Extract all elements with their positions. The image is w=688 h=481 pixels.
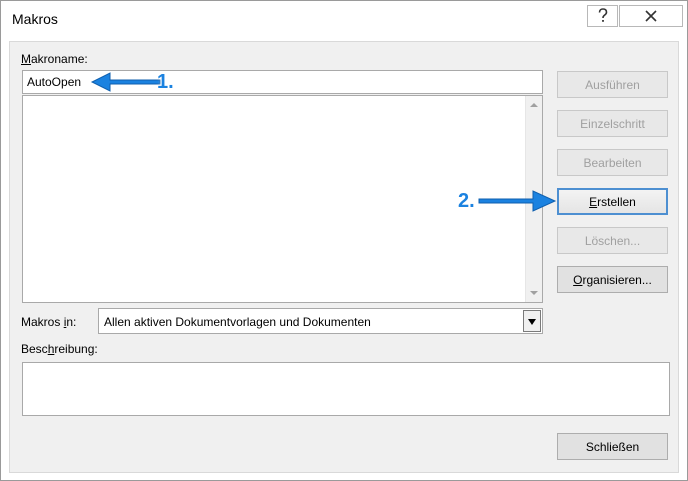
chevron-down-icon: [528, 319, 536, 325]
create-button[interactable]: Erstellen: [557, 188, 668, 215]
macro-list-scrollbar[interactable]: [525, 96, 542, 302]
macro-list[interactable]: [22, 95, 543, 303]
dropdown-button[interactable]: [523, 310, 541, 332]
description-label: Beschreibung:: [21, 342, 98, 356]
macro-name-label: Makroname:: [21, 52, 88, 66]
question-mark-icon: [598, 8, 607, 22]
macro-name-input[interactable]: [22, 70, 543, 94]
close-x-icon: [645, 10, 657, 22]
macros-in-select[interactable]: Allen aktiven Dokumentvorlagen und Dokum…: [98, 308, 543, 334]
macros-in-label: Makros in:: [21, 315, 77, 329]
close-button[interactable]: Schließen: [557, 433, 668, 460]
close-window-button[interactable]: [619, 5, 683, 27]
description-field[interactable]: [22, 362, 670, 416]
window-title: Makros: [12, 11, 58, 27]
macros-dialog: Makros Makroname: Makros in: Allen aktiv…: [0, 0, 688, 481]
title-bar: Makros: [1, 1, 687, 41]
run-button[interactable]: Ausführen: [557, 71, 668, 98]
scroll-down-icon[interactable]: [530, 291, 538, 295]
edit-button[interactable]: Bearbeiten: [557, 149, 668, 176]
delete-button[interactable]: Löschen...: [557, 227, 668, 254]
dialog-body: Makroname: Makros in: Allen aktiven Doku…: [9, 41, 679, 473]
help-button[interactable]: [587, 5, 618, 27]
macros-in-value: Allen aktiven Dokumentvorlagen und Dokum…: [104, 315, 371, 329]
scroll-up-icon[interactable]: [530, 103, 538, 107]
organizer-button[interactable]: Organisieren...: [557, 266, 668, 293]
step-into-button[interactable]: Einzelschritt: [557, 110, 668, 137]
